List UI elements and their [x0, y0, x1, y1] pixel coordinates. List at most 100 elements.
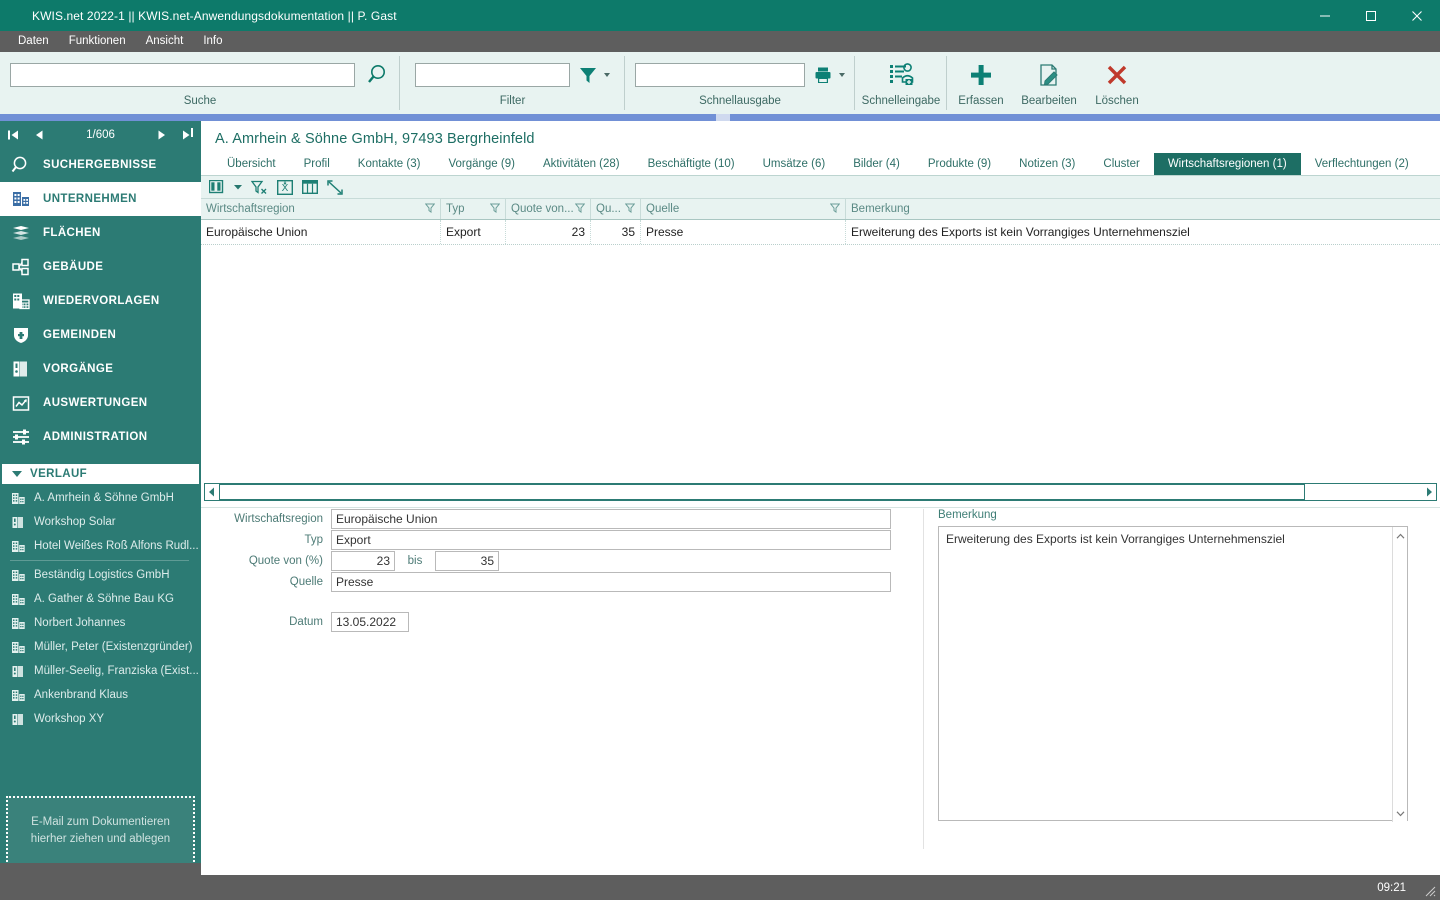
list-item[interactable]: A. Amrhein & Söhne GmbH — [0, 486, 201, 510]
history-header[interactable]: VERLAUF — [2, 464, 199, 484]
minimize-button[interactable] — [1302, 0, 1348, 31]
input-quote-bis[interactable]: 35 — [435, 551, 499, 571]
sidebar-item-unternehmen[interactable]: UNTERNEHMEN — [0, 182, 201, 216]
history-divider — [10, 560, 189, 561]
grid-horizontal-scrollbar[interactable] — [204, 483, 1437, 501]
remark-vertical-scrollbar[interactable] — [1392, 527, 1407, 822]
email-dropzone[interactable]: E-Mail zum Dokumentieren hierher ziehen … — [6, 796, 195, 866]
sidebar-item-gemeinden[interactable]: GEMEINDEN — [0, 318, 201, 352]
input-datum[interactable]: 13.05.2022 — [331, 612, 409, 632]
pager-last-button[interactable] — [175, 121, 201, 148]
header-label: Qu... — [596, 203, 621, 215]
print-dropdown-caret-icon[interactable] — [839, 73, 845, 77]
ribbon-button-bearbeiten[interactable]: Bearbeiten — [1015, 52, 1083, 114]
tab-bilder[interactable]: Bilder (4) — [839, 153, 914, 175]
menu-item-info[interactable]: Info — [193, 31, 232, 52]
list-item[interactable]: Beständig Logistics GmbH — [0, 563, 201, 587]
menu-item-funktionen[interactable]: Funktionen — [59, 31, 136, 52]
expand-icon[interactable] — [327, 179, 343, 195]
status-clock: 09:21 — [1377, 881, 1406, 894]
menu-item-ansicht[interactable]: Ansicht — [136, 31, 194, 52]
scrollbar-thumb[interactable] — [219, 484, 1305, 500]
clear-filter-icon[interactable] — [251, 180, 268, 195]
tab-verflechtungen[interactable]: Verflechtungen (2) — [1301, 153, 1423, 175]
filter-icon[interactable] — [424, 203, 436, 216]
tab-notizen[interactable]: Notizen (3) — [1005, 153, 1089, 175]
sidebar-item-gebaeude[interactable]: GEBÄUDE — [0, 250, 201, 284]
quick-output-input[interactable] — [635, 63, 805, 87]
tab-wirtschaftsregionen[interactable]: Wirtschaftsregionen (1) — [1153, 153, 1301, 175]
ribbon-toolbar: Suche Filter Schnellausgabe Schnelleinga… — [0, 52, 1440, 114]
sidebar-item-wiedervorlagen[interactable]: WIEDERVORLAGEN — [0, 284, 201, 318]
list-item[interactable]: Workshop Solar — [0, 510, 201, 534]
close-button[interactable] — [1394, 0, 1440, 31]
tab-profil[interactable]: Profil — [290, 153, 344, 175]
input-typ[interactable]: Export — [331, 530, 891, 550]
tab-uebersicht[interactable]: Übersicht — [213, 153, 290, 175]
filter-icon[interactable] — [489, 203, 501, 216]
grid-header-typ[interactable]: Typ — [441, 199, 506, 219]
maximize-button[interactable] — [1348, 0, 1394, 31]
print-icon[interactable] — [813, 65, 833, 85]
list-item[interactable]: Norbert Johannes — [0, 611, 201, 635]
table-view-icon[interactable] — [302, 180, 318, 194]
pager-prev-button[interactable] — [26, 121, 52, 148]
sidebar-item-suchergebnisse[interactable]: SUCHERGEBNISSE — [0, 148, 201, 182]
filter-dropdown-caret-icon[interactable] — [604, 73, 610, 77]
resize-grip-icon[interactable] — [1422, 883, 1436, 897]
application-window: KWIS.net 2022-1 || KWIS.net-Anwendungsdo… — [0, 0, 1440, 900]
search-input[interactable] — [10, 63, 355, 87]
scroll-down-arrow-icon[interactable] — [1396, 806, 1405, 820]
sidebar-item-auswertungen[interactable]: AUSWERTUNGEN — [0, 386, 201, 420]
grid-header-quote-von[interactable]: Quote von... — [506, 199, 591, 219]
textarea-bemerkung[interactable]: Erweiterung des Exports ist kein Vorrang… — [938, 526, 1408, 822]
excel-export-icon[interactable]: X — [277, 179, 293, 195]
list-item[interactable]: Ankenbrand Klaus — [0, 683, 201, 707]
filter-funnel-icon[interactable] — [578, 65, 598, 85]
scroll-up-arrow-icon[interactable] — [1396, 529, 1405, 543]
grid-header-wirtschaftsregion[interactable]: Wirtschaftsregion — [201, 199, 441, 219]
filter-icon[interactable] — [624, 203, 636, 216]
ribbon-button-schnelleingabe[interactable]: Schnelleingabe — [855, 52, 947, 114]
grid-header-quote-bis[interactable]: Qu... — [591, 199, 641, 219]
ribbon-button-erfassen[interactable]: Erfassen — [947, 52, 1015, 114]
filter-icon[interactable] — [574, 203, 586, 216]
sidebar-item-vorgaenge[interactable]: VORGÄNGE — [0, 352, 201, 386]
pager-first-button[interactable] — [0, 121, 26, 148]
tab-vorgaenge[interactable]: Vorgänge (9) — [434, 153, 529, 175]
list-item[interactable]: Müller-Seelig, Franziska (Exist... — [0, 659, 201, 683]
filter-input[interactable] — [415, 63, 570, 87]
scroll-left-button[interactable] — [205, 484, 219, 500]
grid-header-quelle[interactable]: Quelle — [641, 199, 846, 219]
sidebar-item-administration[interactable]: ADMINISTRATION — [0, 420, 201, 454]
search-icon[interactable] — [364, 63, 390, 87]
sidebar-item-flaechen[interactable]: FLÄCHEN — [0, 216, 201, 250]
grid-header-bemerkung[interactable]: Bemerkung — [846, 199, 1440, 219]
tab-aktivitaeten[interactable]: Aktivitäten (28) — [529, 153, 634, 175]
resubmission-icon — [10, 290, 32, 312]
list-item[interactable]: Hotel Weißes Roß Alfons Rudl... — [0, 534, 201, 558]
menu-item-daten[interactable]: Daten — [8, 31, 59, 52]
column-layout-caret-icon[interactable] — [234, 184, 242, 190]
page-title: A. Amrhein & Söhne GmbH, 97493 Bergrhein… — [215, 131, 535, 147]
content-bottom-filler — [201, 863, 1440, 875]
tab-beschaeftigte[interactable]: Beschäftigte (10) — [634, 153, 749, 175]
input-wirtschaftsregion[interactable]: Europäische Union — [331, 509, 891, 529]
scroll-right-button[interactable] — [1422, 484, 1436, 500]
tab-umsaetze[interactable]: Umsätze (6) — [749, 153, 840, 175]
input-quote-von[interactable]: 23 — [331, 551, 395, 571]
input-quelle[interactable]: Presse — [331, 572, 891, 592]
tab-kontakte[interactable]: Kontakte (3) — [344, 153, 435, 175]
list-item[interactable]: Workshop XY — [0, 707, 201, 731]
column-layout-icon[interactable] — [209, 180, 225, 194]
list-item[interactable]: Müller, Peter (Existenzgründer) — [0, 635, 201, 659]
tab-cluster[interactable]: Cluster — [1089, 153, 1153, 175]
pager-next-button[interactable] — [149, 121, 175, 148]
ribbon-button-loeschen[interactable]: Löschen — [1083, 52, 1151, 114]
scrollbar-track[interactable] — [219, 484, 1422, 500]
table-row[interactable]: Europäische Union Export 23 35 Presse Er… — [201, 220, 1440, 245]
filter-icon[interactable] — [829, 203, 841, 216]
tab-produkte[interactable]: Produkte (9) — [914, 153, 1005, 175]
list-item[interactable]: A. Gather & Söhne Bau KG — [0, 587, 201, 611]
process-folder-icon — [10, 711, 26, 727]
